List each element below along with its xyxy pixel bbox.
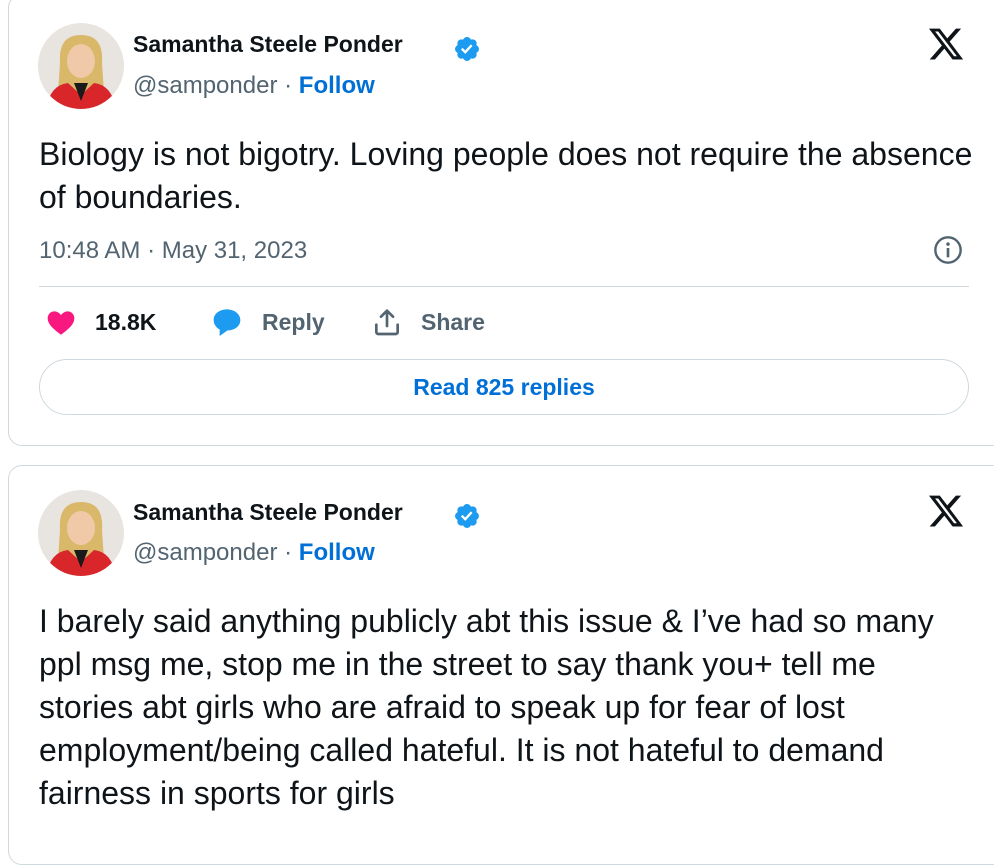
author-name[interactable]: Samantha Steele Ponder [133,31,403,58]
divider [39,286,969,287]
like-action[interactable]: 18.8K [45,306,156,338]
tweet-card: Samantha Steele Ponder @samponder · Foll… [8,0,994,446]
reply-action[interactable]: Reply [210,306,325,338]
tweet-text: I barely said anything publicly abt this… [39,603,934,811]
tweet-text: Biology is not bigotry. Loving people do… [39,136,973,215]
verified-badge-icon [455,504,479,528]
reply-bubble-icon [213,309,241,336]
author-name[interactable]: Samantha Steele Ponder [133,499,403,526]
author-handle[interactable]: @samponder [133,72,277,99]
reply-label: Reply [262,308,325,335]
follow-button[interactable]: Follow [299,539,375,566]
share-icon [375,309,399,336]
tweet-card: Samantha Steele Ponder @samponder · Foll… [8,465,994,865]
x-logo-icon[interactable] [927,492,965,530]
handle-row: @samponder · Follow [133,72,375,100]
handle-row: @samponder · Follow [133,539,375,567]
heart-icon [47,311,75,335]
info-icon[interactable] [932,234,964,266]
share-action[interactable]: Share [371,306,485,338]
share-label: Share [421,308,485,335]
separator-dot: · [284,72,299,99]
x-logo-icon[interactable] [927,25,965,63]
verified-badge-icon [455,37,479,61]
avatar[interactable] [38,23,124,109]
author-handle[interactable]: @samponder [133,539,277,566]
follow-button[interactable]: Follow [299,72,375,99]
read-replies-button[interactable]: Read 825 replies [39,359,969,415]
timestamp[interactable]: 10:48 AM · May 31, 2023 [39,237,307,265]
separator-dot: · [284,539,299,566]
like-count: 18.8K [95,308,157,335]
avatar[interactable] [38,490,124,576]
